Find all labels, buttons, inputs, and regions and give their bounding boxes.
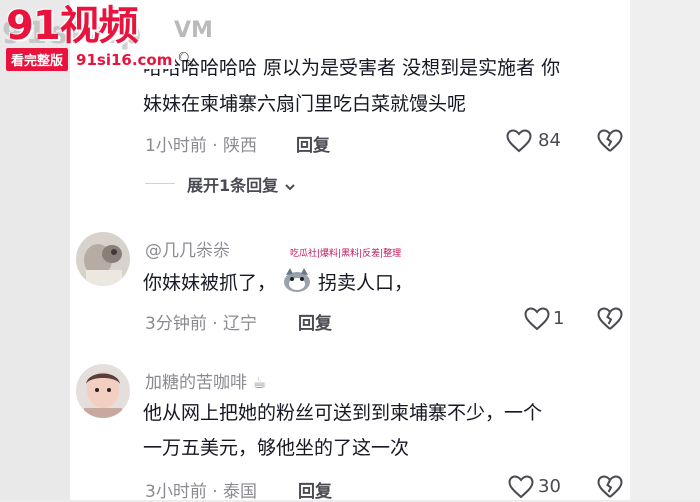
expand-divider	[145, 183, 175, 184]
comment-3-line-2: 一万五美元，够他坐的了这一次	[143, 437, 410, 459]
comment-3-username[interactable]: 加糖的苦咖啡 ☕	[145, 368, 267, 393]
watermark-url: 91si16.com	[73, 50, 176, 69]
comment-2-time-location: 3分钟前 · 辽宁	[145, 314, 258, 334]
cursor-icon: 🔍︎	[177, 51, 196, 68]
watermark-badge: 看完整版	[6, 48, 69, 71]
comment-3-time-location: 3小时前 · 泰国	[145, 482, 258, 502]
overlay-watermark-text: 吃瓜社|爆料|黑料|反差|整理	[290, 249, 402, 259]
avatar[interactable]	[76, 232, 130, 286]
expand-replies-label: 展开1条回复	[187, 176, 279, 195]
comment-1-line-2: 妹妹在柬埔寨六扇门里吃白菜就馒头呢	[143, 93, 467, 115]
expand-replies-button[interactable]: 展开1条回复	[187, 172, 296, 196]
comment-2-reply-button[interactable]: 回复	[298, 309, 332, 334]
avatar-image	[76, 364, 130, 418]
avatar-image	[76, 232, 130, 286]
broken-heart-icon[interactable]	[597, 307, 623, 331]
left-background	[0, 0, 70, 500]
chevron-down-icon	[285, 184, 295, 191]
comment-2-username[interactable]: @几几尜尜	[145, 236, 230, 261]
comment-2-text-after: 拐卖人口，	[318, 272, 414, 294]
broken-heart-icon[interactable]	[597, 475, 623, 499]
comment-1-reply-button[interactable]: 回复	[296, 131, 330, 156]
heart-icon[interactable]	[524, 307, 550, 331]
coffee-icon: ☕	[252, 373, 267, 392]
comment-2-text-before: 你妹妹被抓了，	[143, 272, 277, 294]
right-background	[630, 0, 700, 500]
watermark-ghost-text-2: VM	[174, 18, 213, 43]
comment-1-time-location: 1小时前 · 陕西	[145, 136, 258, 156]
comment-2-text: 你妹妹被抓了， 拐卖人口，	[143, 267, 413, 299]
comment-3-username-text: 加糖的苦咖啡	[145, 373, 247, 393]
comment-2-like-count: 1	[553, 308, 565, 329]
comment-3-line-1: 他从网上把她的粉丝可送到到柬埔寨不少，一个	[143, 402, 543, 424]
comment-1-like-count: 84	[538, 130, 561, 151]
heart-icon[interactable]	[508, 475, 534, 499]
heart-icon[interactable]	[506, 129, 532, 153]
site-watermark: 91sivip VM 91视频 看完整版 91si16.com 🔍︎	[2, 6, 213, 71]
comment-3-like-count: 30	[538, 476, 561, 497]
cat-sticker-icon	[284, 268, 311, 292]
comment-1-line-1: 哈哈哈哈哈哈 原以为是受害者 没想到是实施者 你	[143, 57, 561, 79]
comment-3-reply-button[interactable]: 回复	[298, 477, 332, 502]
avatar[interactable]	[76, 364, 130, 418]
broken-heart-icon[interactable]	[597, 129, 623, 153]
